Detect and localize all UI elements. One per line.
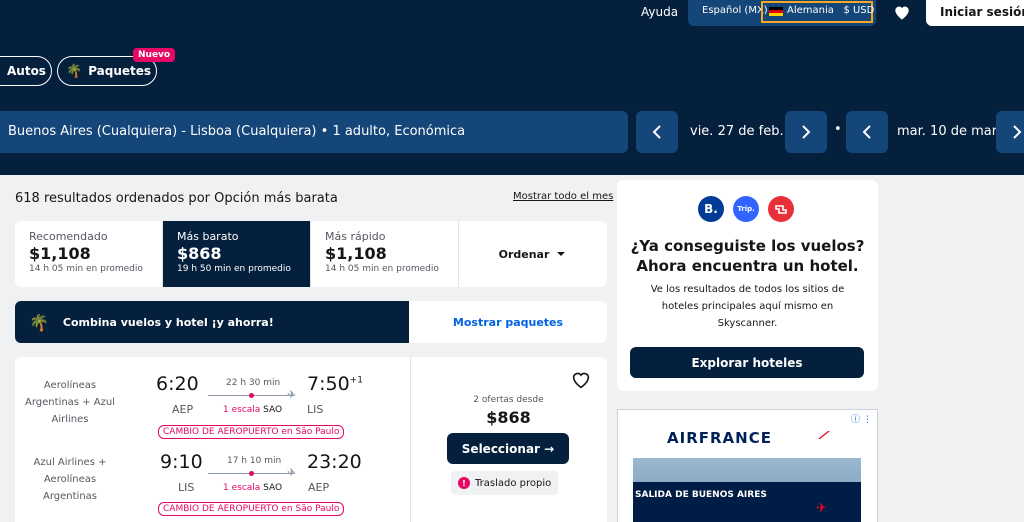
sort-label: Ordenar <box>498 247 550 261</box>
outbound-airline: Aerolíneas Argentinas + Azul Airlines <box>25 380 115 425</box>
stop-dot <box>249 471 254 476</box>
airfrance-logo: AIRFRANCE <box>667 429 772 447</box>
sort-dropdown[interactable]: Ordenar <box>459 221 607 287</box>
inbound-arr-time: 23:20 <box>307 451 362 473</box>
login-button[interactable]: Iniciar sesión <box>926 0 1024 26</box>
inbound-dep-code: LIS <box>178 481 195 494</box>
inbound-airline: Azul Airlines + Aerolíneas Argentinas <box>33 457 107 502</box>
ad-text: SALIDA DE BUENOS AIRES <box>635 490 767 500</box>
stop-dot <box>249 393 254 398</box>
inbound-duration: 17 h 10 min <box>227 456 282 466</box>
outbound-arr-time: 7:50+1 <box>307 373 363 395</box>
hotels-logo-icon <box>768 196 794 222</box>
outbound-duration: 22 h 30 min <box>226 378 281 388</box>
tab-mas-rapido[interactable]: Más rápido $1,108 14 h 05 min en promedi… <box>311 221 459 287</box>
outbound-stops: 1 escala SAO <box>223 405 283 415</box>
outbound-airport-change-warning: CAMBIO DE AEROPUERTO en São Paulo <box>158 425 345 439</box>
caret-down-icon <box>557 252 566 256</box>
flight-price: $868 <box>486 408 531 427</box>
new-badge: Nuevo <box>133 48 176 62</box>
package-promo-banner: 🌴 Combina vuelos y hotel ¡y ahorra! Mostr… <box>15 301 607 343</box>
card-divider <box>410 357 411 522</box>
chevron-left-icon <box>862 125 871 139</box>
prev-return-date-button[interactable] <box>846 111 888 153</box>
results-count: 618 resultados ordenados por Opción más … <box>15 191 338 206</box>
booking-logo-icon: B. <box>698 196 724 222</box>
plane-icon: ✈ <box>287 388 297 401</box>
next-depart-date-button[interactable] <box>785 111 827 153</box>
plane-icon: ✈ <box>287 466 297 479</box>
offers-count: 2 ofertas desde <box>473 395 544 405</box>
chevron-right-icon <box>1013 125 1022 139</box>
next-return-date-button[interactable] <box>996 111 1024 153</box>
flight-result-card[interactable]: Aerolíneas Argentinas + Azul Airlines 6:… <box>15 357 607 522</box>
tab-subtitle: 14 h 05 min en promedio <box>29 264 143 274</box>
region-currency-label: Alemania $ USD <box>787 5 875 16</box>
promo-message: 🌴 Combina vuelos y hotel ¡y ahorra! <box>15 301 409 343</box>
inbound-arr-code: AEP <box>308 481 330 494</box>
language-label: Español (MX) <box>702 5 768 16</box>
sort-tabs: Recomendado $1,108 14 h 05 min en promed… <box>15 221 607 287</box>
inbound-stops: 1 escala SAO <box>223 483 283 493</box>
inbound-airport-change-warning: CAMBIO DE AEROPUERTO en São Paulo <box>158 502 345 516</box>
palm-tree-icon: 🌴 <box>66 63 83 79</box>
self-transfer-label: Traslado propio <box>475 477 552 489</box>
chevron-left-icon <box>652 125 661 139</box>
show-packages-button[interactable]: Mostrar paquetes <box>409 301 607 343</box>
hotel-promo-title: ¿Ya conseguiste los vuelos? Ahora encuen… <box>630 237 865 275</box>
outbound-dep-time: 6:20 <box>156 373 199 395</box>
tab-label: Más barato <box>177 230 239 243</box>
outbound-arr-code: LIS <box>307 403 324 416</box>
show-all-month-link[interactable]: Mostrar todo el mes <box>513 191 613 202</box>
tab-label: Recomendado <box>29 230 108 243</box>
select-flight-button[interactable]: Seleccionar → <box>447 433 569 464</box>
chip-paquetes-label: Paquetes <box>88 64 152 78</box>
prev-depart-date-button[interactable] <box>636 111 678 153</box>
airfrance-stripe-icon <box>818 431 830 439</box>
chevron-right-icon <box>802 125 811 139</box>
save-heart-icon[interactable] <box>571 371 591 389</box>
help-link[interactable]: Ayuda <box>641 5 678 19</box>
search-route-field[interactable]: Buenos Aires (Cualquiera) - Lisboa (Cual… <box>0 111 628 153</box>
tab-price: $1,108 <box>29 244 91 263</box>
tab-price: $868 <box>177 244 222 263</box>
return-date[interactable]: mar. 10 de mar. <box>897 124 1000 139</box>
chip-autos[interactable]: Autos <box>0 56 52 86</box>
tab-subtitle: 14 h 05 min en promedio <box>325 264 439 274</box>
trip-logo-icon: Trip. <box>733 196 759 222</box>
inbound-dep-time: 9:10 <box>160 451 203 473</box>
tab-subtitle: 19 h 50 min en promedio <box>177 264 291 274</box>
explore-hotels-button[interactable]: Explorar hoteles <box>630 347 864 378</box>
hotel-promo-description: Ve los resultados de todos los sitios de… <box>650 284 845 329</box>
tab-price: $1,108 <box>325 244 387 263</box>
promo-text: Combina vuelos y hotel ¡y ahorra! <box>62 315 274 329</box>
favorites-heart-icon[interactable] <box>892 2 912 22</box>
palm-tree-icon: 🌴 <box>29 312 49 332</box>
plane-icon: ✈ <box>816 501 827 516</box>
germany-flag-icon <box>769 7 783 16</box>
tab-mas-barato[interactable]: Más barato $868 19 h 50 min en promedio <box>163 221 311 287</box>
outbound-dep-code: AEP <box>172 403 194 416</box>
alert-icon: ! <box>458 477 470 489</box>
date-separator: • <box>834 122 842 137</box>
chip-autos-label: Autos <box>7 64 46 78</box>
hotel-promo-card: B. Trip. ¿Ya conseguiste los vuelos? Aho… <box>617 180 878 391</box>
tab-label: Más rápido <box>325 230 386 243</box>
self-transfer-badge: ! Traslado propio <box>451 471 559 495</box>
depart-date[interactable]: vie. 27 de feb. <box>690 124 784 139</box>
tab-recomendado[interactable]: Recomendado $1,108 14 h 05 min en promed… <box>15 221 163 287</box>
ad-info-icon[interactable]: ⓘ ⋮ <box>851 412 872 425</box>
advertisement[interactable]: ⓘ ⋮ AIRFRANCE SALIDA DE BUENOS AIRES ✈ <box>617 409 878 522</box>
